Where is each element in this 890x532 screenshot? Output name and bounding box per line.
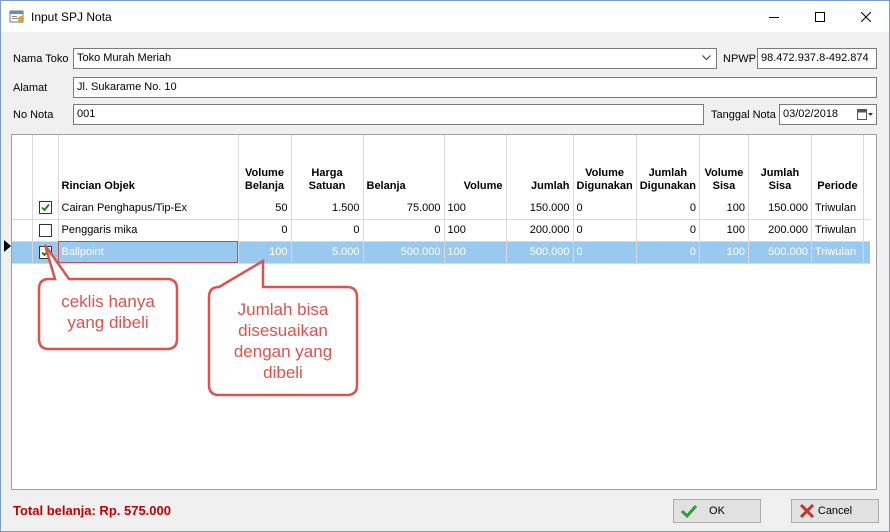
cell-jumlah-sisa[interactable]: 500.000 xyxy=(748,241,812,264)
cell-jumlah-digunakan[interactable]: 0 xyxy=(636,219,700,242)
app-icon xyxy=(9,9,25,23)
col-header-harga-satuan[interactable]: Harga Satuan xyxy=(291,135,364,197)
col-header-volume[interactable]: Volume xyxy=(444,135,507,197)
alamat-input[interactable]: Jl. Sukarame No. 10 xyxy=(73,77,877,98)
minimize-icon xyxy=(769,16,779,18)
checkmark-icon xyxy=(40,204,50,212)
checkbox-checked[interactable] xyxy=(38,201,52,215)
ok-button[interactable]: OK xyxy=(673,499,761,523)
cell-jumlah[interactable]: 200.000 xyxy=(506,219,574,242)
no-nota-label: No Nota xyxy=(13,109,54,121)
cell-jumlah[interactable]: 150.000 xyxy=(506,197,574,220)
cell-rincian[interactable]: Cairan Penghapus/Tip-Ex xyxy=(58,197,239,220)
cell-volume-belanja[interactable]: 50 xyxy=(238,197,292,220)
cell-periode[interactable]: Triwulan xyxy=(811,219,864,242)
npwp-label: NPWP xyxy=(723,53,756,65)
col-header-volume-belanja[interactable]: Volume Belanja xyxy=(238,135,292,197)
cell-belanja[interactable]: 0 xyxy=(363,219,445,242)
calendar-icon xyxy=(857,109,873,120)
col-header-belanja[interactable]: Belanja xyxy=(363,135,445,197)
grid-filler-cell xyxy=(863,219,870,242)
cell-harga-satuan[interactable]: 1.500 xyxy=(291,197,364,220)
col-header-volume-digunakan[interactable]: Volume Digunakan xyxy=(573,135,637,197)
cancel-button[interactable]: Cancel xyxy=(791,499,879,523)
grid-header-row: Rincian Objek Volume Belanja Harga Satua… xyxy=(12,135,870,197)
cell-periode[interactable]: Triwulan xyxy=(811,241,864,264)
row-header-cell[interactable] xyxy=(12,197,33,220)
cell-belanja[interactable]: 500.000 xyxy=(363,241,445,264)
cell-volume[interactable]: 100 xyxy=(444,219,507,242)
cell-jumlah-sisa[interactable]: 150.000 xyxy=(748,197,812,220)
cancel-x-icon xyxy=(799,503,815,519)
row-checkbox-cell[interactable] xyxy=(32,197,59,220)
window-title: Input SPJ Nota xyxy=(31,10,112,24)
alamat-value: Jl. Sukarame No. 10 xyxy=(77,81,177,93)
minimize-button[interactable] xyxy=(751,1,797,32)
check-icon xyxy=(680,504,698,519)
col-header-volume-sisa[interactable]: Volume Sisa xyxy=(699,135,749,197)
jumlah-callout-text: Jumlah bisa disesuaikan dengan yang dibe… xyxy=(233,300,333,382)
tanggal-nota-datepicker[interactable]: 03/02/2018 xyxy=(779,104,877,125)
maximize-icon xyxy=(815,11,825,22)
alamat-label: Alamat xyxy=(13,82,48,94)
total-belanja-label: Total belanja: Rp. 575.000 xyxy=(13,503,171,518)
npwp-input[interactable]: 98.472.937.8-492.874 xyxy=(757,48,877,69)
no-nota-value: 001 xyxy=(77,108,96,120)
checkbox-callout: ceklis hanya yang dibeli xyxy=(31,243,191,355)
cell-rincian[interactable]: Penggaris mika xyxy=(58,219,239,242)
grid-filler-cell xyxy=(863,241,870,264)
cell-jumlah-digunakan[interactable]: 0 xyxy=(636,241,700,264)
col-header-jumlah-sisa[interactable]: Jumlah Sisa xyxy=(748,135,812,197)
col-header-check[interactable] xyxy=(32,135,59,197)
nama-toko-dropdown[interactable]: Toko Murah Meriah xyxy=(73,48,717,69)
chevron-down-icon xyxy=(702,55,711,61)
col-header-jumlah[interactable]: Jumlah xyxy=(506,135,574,197)
table-row[interactable]: Penggaris mika 0 0 0 100 200.000 0 0 100 200.000 T… xyxy=(12,219,870,242)
tanggal-nota-value: 03/02/2018 xyxy=(783,108,839,120)
cell-volume-belanja[interactable]: 0 xyxy=(238,219,292,242)
row-header-corner xyxy=(12,135,33,197)
nama-toko-label: Nama Toko xyxy=(13,53,69,65)
cell-harga-satuan[interactable]: 0 xyxy=(291,219,364,242)
grid-filler-cell xyxy=(863,197,870,220)
cell-jumlah-digunakan[interactable]: 0 xyxy=(636,197,700,220)
row-checkbox-cell[interactable] xyxy=(32,219,59,242)
cell-volume-sisa[interactable]: 100 xyxy=(699,241,749,264)
title-bar[interactable]: Input SPJ Nota xyxy=(1,1,889,32)
no-nota-input[interactable]: 001 xyxy=(73,104,704,125)
npwp-value: 98.472.937.8-492.874 xyxy=(761,52,869,64)
row-header-cell[interactable] xyxy=(12,219,33,242)
cell-volume[interactable]: 100 xyxy=(444,197,507,220)
cell-volume-sisa[interactable]: 100 xyxy=(699,219,749,242)
current-row-indicator-icon xyxy=(4,240,11,252)
cell-volume-digunakan[interactable]: 0 xyxy=(573,241,637,264)
maximize-button[interactable] xyxy=(797,1,843,32)
spj-nota-window: Input SPJ Nota Nama Toko Toko Murah Meri… xyxy=(0,0,890,532)
row-header-cell[interactable] xyxy=(12,241,33,264)
col-header-rincian[interactable]: Rincian Objek xyxy=(58,135,239,197)
cell-volume-digunakan[interactable]: 0 xyxy=(573,219,637,242)
close-icon xyxy=(861,11,871,22)
nama-toko-value: Toko Murah Meriah xyxy=(77,52,172,64)
cell-volume[interactable]: 100 xyxy=(444,241,507,264)
cell-volume-digunakan[interactable]: 0 xyxy=(573,197,637,220)
jumlah-callout: Jumlah bisa disesuaikan dengan yang dibe… xyxy=(201,259,366,401)
cell-jumlah[interactable]: 500.000 xyxy=(506,241,574,264)
cell-volume-sisa[interactable]: 100 xyxy=(699,197,749,220)
close-button[interactable] xyxy=(843,1,889,32)
checkbox-callout-text: ceklis hanya yang dibeli xyxy=(61,292,155,332)
cell-belanja[interactable]: 75.000 xyxy=(363,197,445,220)
col-header-jumlah-digunakan[interactable]: Jumlah Digunakan xyxy=(636,135,700,197)
cell-periode[interactable]: Triwulan xyxy=(811,197,864,220)
table-row[interactable]: Cairan Penghapus/Tip-Ex 50 1.500 75.000 100 1… xyxy=(12,197,870,220)
checkbox-unchecked[interactable] xyxy=(38,223,52,237)
col-header-periode[interactable]: Periode xyxy=(811,135,864,197)
cell-jumlah-sisa[interactable]: 200.000 xyxy=(748,219,812,242)
tanggal-nota-label: Tanggal Nota xyxy=(711,109,776,121)
